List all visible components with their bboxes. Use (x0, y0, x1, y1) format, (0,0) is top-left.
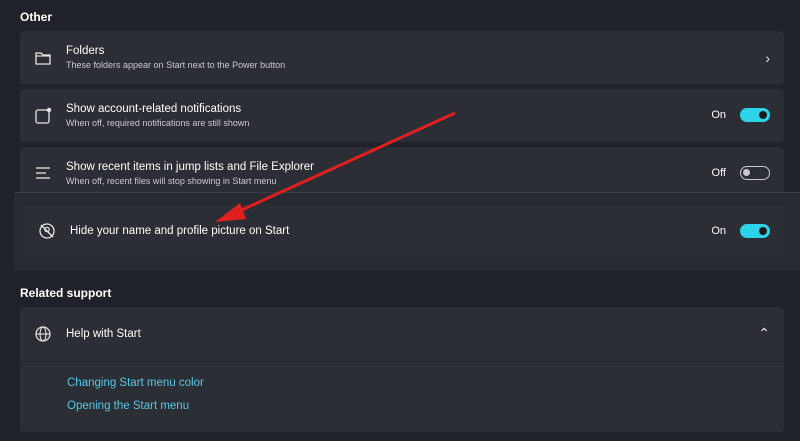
chevron-right-icon: › (765, 50, 770, 66)
recent-items-row: Show recent items in jump lists and File… (20, 147, 784, 197)
section-title-related-support: Related support (20, 286, 112, 300)
folder-icon (35, 52, 51, 65)
account-notifications-row: Show account-related notifications When … (20, 89, 784, 142)
hide-name-title: Hide your name and profile picture on St… (70, 225, 290, 237)
section-title-other: Other (20, 10, 53, 24)
list-icon (36, 167, 50, 179)
folders-row[interactable]: Folders These folders appear on Start ne… (20, 31, 784, 84)
chevron-up-icon[interactable]: ⌃ (758, 325, 770, 342)
recent-items-description: When off, recent files will stop showing… (66, 176, 277, 186)
globe-icon (35, 326, 51, 342)
recent-items-title: Show recent items in jump lists and File… (66, 161, 314, 173)
help-with-start-body (20, 361, 784, 432)
recent-items-state: Off (711, 167, 726, 179)
hide-name-row: Hide your name and profile picture on St… (24, 205, 784, 257)
account-notifications-state: On (711, 109, 726, 121)
link-opening-start-menu[interactable]: Opening the Start menu (67, 400, 189, 412)
hide-name-state: On (711, 225, 726, 237)
link-changing-start-menu-color[interactable]: Changing Start menu color (67, 377, 204, 389)
hide-name-toggle[interactable] (740, 224, 770, 238)
recent-items-toggle[interactable] (740, 166, 770, 180)
account-notifications-title: Show account-related notifications (66, 103, 242, 115)
account-notifications-toggle[interactable] (740, 108, 770, 122)
folders-description: These folders appear on Start next to th… (66, 60, 286, 70)
profile-hide-icon (39, 223, 55, 239)
notification-square-icon (35, 107, 52, 124)
folders-title: Folders (66, 45, 105, 57)
help-with-start-title: Help with Start (66, 328, 141, 340)
account-notifications-description: When off, required notifications are sti… (66, 118, 250, 128)
help-with-start-header[interactable]: Help with Start ⌃ (20, 307, 784, 361)
